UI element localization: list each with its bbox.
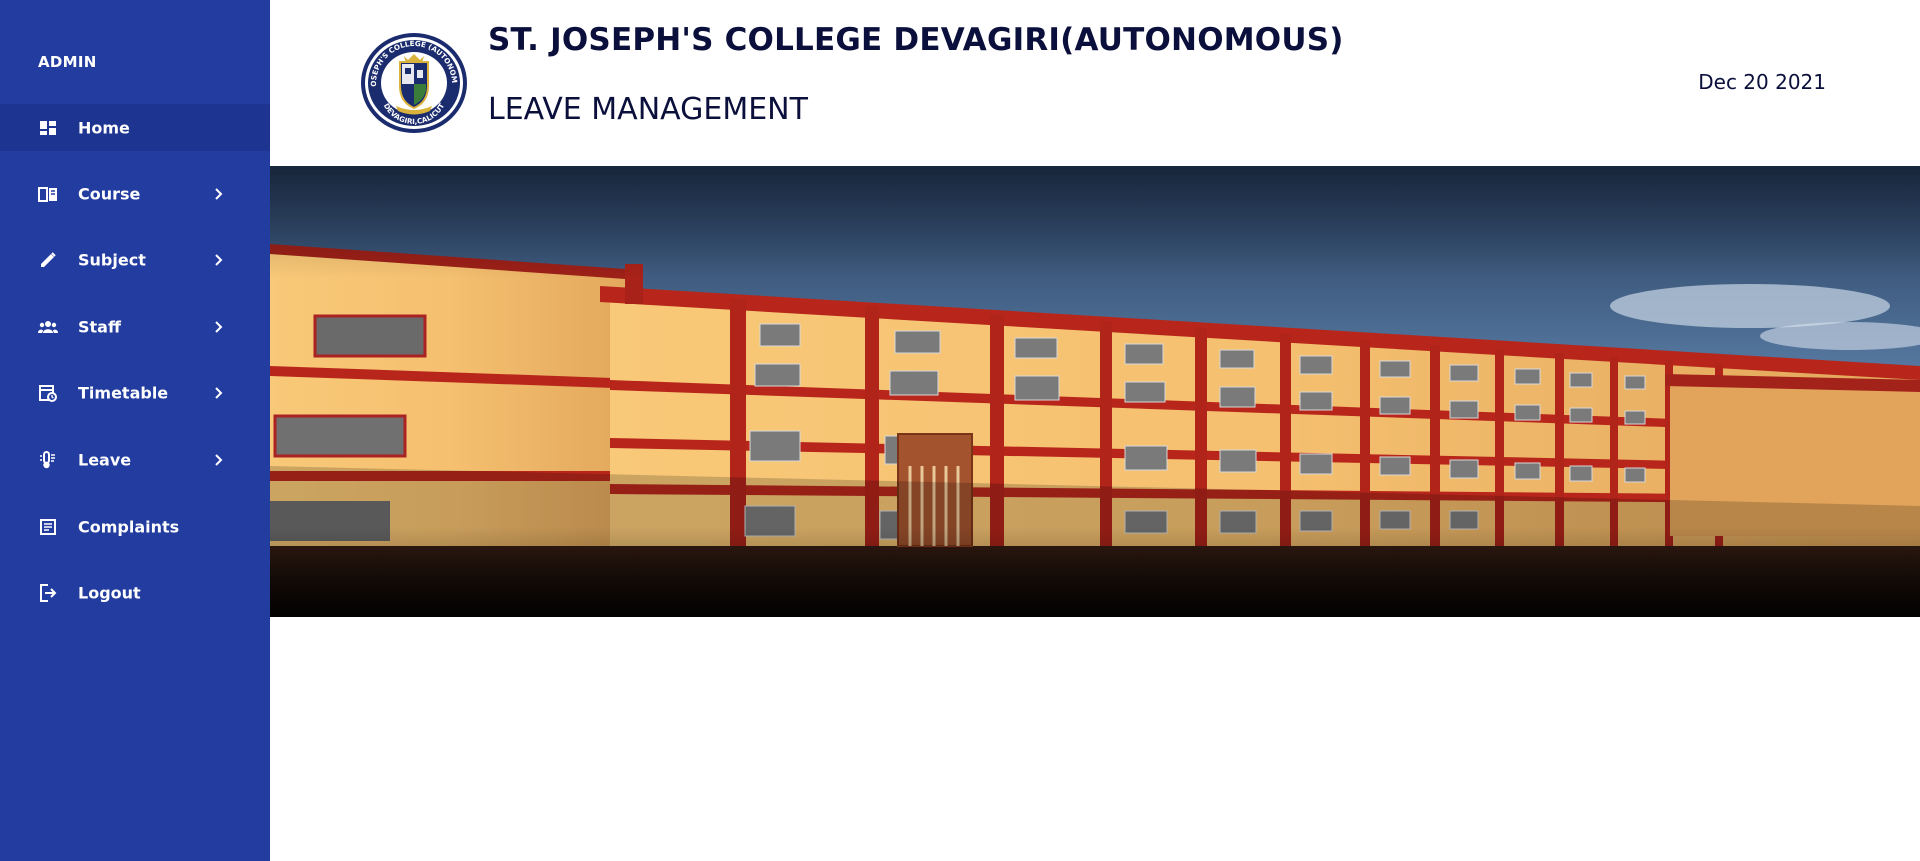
chevron-right-icon — [215, 453, 223, 466]
sidebar-item-subject[interactable]: Subject — [0, 236, 270, 283]
sidebar-item-label: Leave — [78, 450, 132, 469]
sidebar-item-staff[interactable]: Staff — [0, 303, 270, 350]
logout-icon — [38, 583, 58, 603]
sidebar-brand: ADMIN — [38, 53, 97, 71]
sidebar-item-course[interactable]: Course — [0, 170, 270, 217]
chevron-right-icon — [215, 253, 223, 266]
sidebar-item-timetable[interactable]: Timetable — [0, 369, 270, 416]
chevron-right-icon — [215, 320, 223, 333]
pencil-icon — [38, 250, 58, 270]
sidebar-item-logout[interactable]: Logout — [0, 569, 270, 616]
current-date: Dec 20 2021 — [1698, 70, 1826, 94]
chevron-right-icon — [215, 386, 223, 399]
college-name: ST. JOSEPH'S COLLEGE DEVAGIRI(AUTONOMOUS… — [488, 22, 1344, 58]
sidebar-item-label: Complaints — [78, 517, 180, 536]
chevron-right-icon — [215, 187, 223, 200]
sidebar-item-label: Timetable — [78, 383, 169, 402]
sidebar-item-leave[interactable]: Leave — [0, 436, 270, 483]
sidebar: ADMIN Home Course Subject Staff Timetabl… — [0, 0, 270, 861]
people-icon — [38, 317, 58, 337]
schedule-icon — [38, 383, 58, 403]
sidebar-item-label: Subject — [78, 250, 146, 269]
college-logo: ST. JOSEPH'S COLLEGE (AUTONOMOUS) DEVAGI… — [360, 32, 467, 133]
dashboard-icon — [38, 118, 58, 138]
sidebar-item-label: Course — [78, 184, 141, 203]
page-header: ST. JOSEPH'S COLLEGE (AUTONOMOUS) DEVAGI… — [270, 0, 1920, 166]
sidebar-item-label: Staff — [78, 317, 121, 336]
leave-icon — [38, 450, 58, 470]
sidebar-item-home[interactable]: Home — [0, 104, 270, 151]
sidebar-item-label: Home — [78, 118, 130, 137]
sidebar-item-label: Logout — [78, 583, 141, 602]
sidebar-item-complaints[interactable]: Complaints — [0, 503, 270, 550]
page-title: LEAVE MANAGEMENT — [488, 92, 808, 127]
book-icon — [38, 184, 58, 204]
list-icon — [38, 517, 58, 537]
campus-banner-image — [270, 166, 1920, 617]
